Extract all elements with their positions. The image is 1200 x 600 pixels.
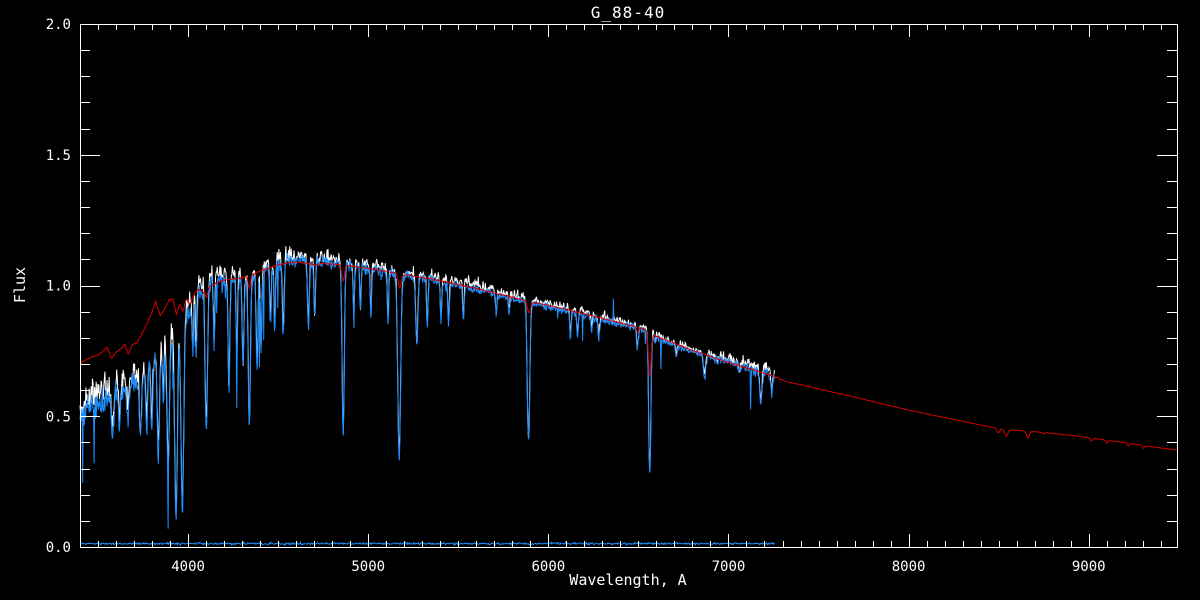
y-tick-label: 2.0 [46, 17, 71, 33]
x-tick-label: 8000 [892, 559, 926, 575]
y-tick-label: 1.0 [46, 279, 71, 295]
x-tick-label: 4000 [171, 559, 205, 575]
x-tick-label: 5000 [351, 559, 385, 575]
y-tick-label: 0.0 [46, 540, 71, 556]
y-tick-label: 0.5 [46, 409, 71, 425]
series-observed-smoothed [79, 253, 775, 529]
x-tick-label: 7000 [712, 559, 746, 575]
series-group [79, 246, 1178, 547]
spectrum-plot-window: 4000 5000 6000 7000 8000 9000 0.0 0.5 1.0 1.5 2.0 … [0, 0, 1200, 600]
plot-canvas: 4000 5000 6000 7000 8000 9000 0.0 0.5 1.0 1.5 2.0 [46, 17, 1178, 575]
x-tick-label: 9000 [1072, 559, 1106, 575]
series-error-spectrum [79, 540, 776, 547]
y-axis-label: Flux [11, 266, 29, 304]
chart-title: G_88-40 [590, 3, 666, 22]
tick-labels: 4000 5000 6000 7000 8000 9000 0.0 0.5 1.0 1.5 2.0 [46, 17, 1106, 575]
x-tick-label: 6000 [531, 559, 565, 575]
x-axis-label: Wavelength, A [569, 571, 687, 589]
y-tick-label: 1.5 [46, 148, 71, 164]
